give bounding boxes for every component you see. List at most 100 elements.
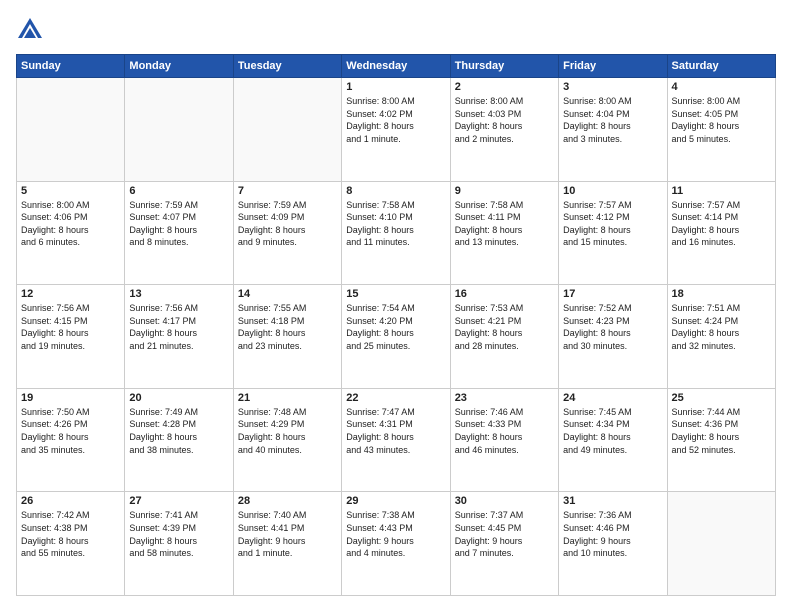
day-info: Sunrise: 7:50 AM Sunset: 4:26 PM Dayligh… bbox=[21, 406, 120, 456]
calendar-week-3: 12Sunrise: 7:56 AM Sunset: 4:15 PM Dayli… bbox=[17, 285, 776, 389]
day-number: 11 bbox=[672, 185, 771, 197]
calendar-cell: 28 Sunrise: 7:40 AM Sunset: 4:41 PM Dayli… bbox=[233, 492, 341, 596]
calendar-cell: 26 Sunrise: 7:42 AM Sunset: 4:38 PM Dayli… bbox=[17, 492, 125, 596]
calendar-cell: 29 Sunrise: 7:38 AM Sunset: 4:43 PM Dayli… bbox=[342, 492, 450, 596]
calendar-cell bbox=[17, 78, 125, 182]
day-info: Sunrise: 7:59 AM Sunset: 4:07 PM Dayligh… bbox=[129, 199, 228, 249]
calendar-cell bbox=[233, 78, 341, 182]
day-info: Sunrise: 7:58 AM Sunset: 4:11 PM Dayligh… bbox=[455, 199, 554, 249]
day-number: 17 bbox=[563, 288, 662, 300]
day-info: Sunrise: 7:57 AM Sunset: 4:14 PM Dayligh… bbox=[672, 199, 771, 249]
calendar-cell: 2 Sunrise: 8:00 AM Sunset: 4:03 PM Daylig… bbox=[450, 78, 558, 182]
day-info: Sunrise: 7:55 AM Sunset: 4:18 PM Dayligh… bbox=[238, 302, 337, 352]
calendar-cell: 17 Sunrise: 7:52 AM Sunset: 4:23 PM Dayli… bbox=[559, 285, 667, 389]
calendar-cell bbox=[125, 78, 233, 182]
calendar-cell: 9 Sunrise: 7:58 AM Sunset: 4:11 PM Daylig… bbox=[450, 181, 558, 285]
day-info: Sunrise: 7:47 AM Sunset: 4:31 PM Dayligh… bbox=[346, 406, 445, 456]
day-info: Sunrise: 7:52 AM Sunset: 4:23 PM Dayligh… bbox=[563, 302, 662, 352]
calendar-cell: 19 Sunrise: 7:50 AM Sunset: 4:26 PM Dayli… bbox=[17, 388, 125, 492]
weekday-header-tuesday: Tuesday bbox=[233, 55, 341, 78]
day-info: Sunrise: 8:00 AM Sunset: 4:03 PM Dayligh… bbox=[455, 95, 554, 145]
day-info: Sunrise: 7:46 AM Sunset: 4:33 PM Dayligh… bbox=[455, 406, 554, 456]
day-info: Sunrise: 7:51 AM Sunset: 4:24 PM Dayligh… bbox=[672, 302, 771, 352]
weekday-header-row: SundayMondayTuesdayWednesdayThursdayFrid… bbox=[17, 55, 776, 78]
day-info: Sunrise: 7:48 AM Sunset: 4:29 PM Dayligh… bbox=[238, 406, 337, 456]
day-number: 16 bbox=[455, 288, 554, 300]
calendar-cell: 7 Sunrise: 7:59 AM Sunset: 4:09 PM Daylig… bbox=[233, 181, 341, 285]
calendar-cell: 21Sunrise: 7:48 AM Sunset: 4:29 PM Dayli… bbox=[233, 388, 341, 492]
calendar-cell: 16 Sunrise: 7:53 AM Sunset: 4:21 PM Dayli… bbox=[450, 285, 558, 389]
calendar-cell: 18 Sunrise: 7:51 AM Sunset: 4:24 PM Dayli… bbox=[667, 285, 775, 389]
day-number: 8 bbox=[346, 185, 445, 197]
calendar-cell: 25 Sunrise: 7:44 AM Sunset: 4:36 PM Dayli… bbox=[667, 388, 775, 492]
day-info: Sunrise: 7:42 AM Sunset: 4:38 PM Dayligh… bbox=[21, 509, 120, 559]
day-number: 23 bbox=[455, 392, 554, 404]
calendar-cell: 15 Sunrise: 7:54 AM Sunset: 4:20 PM Dayli… bbox=[342, 285, 450, 389]
calendar-cell: 23 Sunrise: 7:46 AM Sunset: 4:33 PM Dayli… bbox=[450, 388, 558, 492]
day-info: Sunrise: 7:44 AM Sunset: 4:36 PM Dayligh… bbox=[672, 406, 771, 456]
day-info: Sunrise: 7:36 AM Sunset: 4:46 PM Dayligh… bbox=[563, 509, 662, 559]
day-info: Sunrise: 8:00 AM Sunset: 4:02 PM Dayligh… bbox=[346, 95, 445, 145]
day-number: 15 bbox=[346, 288, 445, 300]
day-number: 13 bbox=[129, 288, 228, 300]
day-number: 28 bbox=[238, 495, 337, 507]
day-number: 1 bbox=[346, 81, 445, 93]
calendar-cell: 8 Sunrise: 7:58 AM Sunset: 4:10 PM Daylig… bbox=[342, 181, 450, 285]
calendar-cell: 31 Sunrise: 7:36 AM Sunset: 4:46 PM Dayli… bbox=[559, 492, 667, 596]
calendar-cell: 24 Sunrise: 7:45 AM Sunset: 4:34 PM Dayli… bbox=[559, 388, 667, 492]
calendar-cell: 10 Sunrise: 7:57 AM Sunset: 4:12 PM Dayli… bbox=[559, 181, 667, 285]
day-number: 27 bbox=[129, 495, 228, 507]
page: SundayMondayTuesdayWednesdayThursdayFrid… bbox=[0, 0, 792, 612]
day-number: 18 bbox=[672, 288, 771, 300]
day-info: Sunrise: 7:49 AM Sunset: 4:28 PM Dayligh… bbox=[129, 406, 228, 456]
calendar-cell: 11 Sunrise: 7:57 AM Sunset: 4:14 PM Dayli… bbox=[667, 181, 775, 285]
weekday-header-thursday: Thursday bbox=[450, 55, 558, 78]
calendar-cell: 6 Sunrise: 7:59 AM Sunset: 4:07 PM Daylig… bbox=[125, 181, 233, 285]
day-number: 20 bbox=[129, 392, 228, 404]
day-number: 12 bbox=[21, 288, 120, 300]
day-number: 19 bbox=[21, 392, 120, 404]
calendar-cell: 30Sunrise: 7:37 AM Sunset: 4:45 PM Dayli… bbox=[450, 492, 558, 596]
day-number: 25 bbox=[672, 392, 771, 404]
day-info: Sunrise: 7:40 AM Sunset: 4:41 PM Dayligh… bbox=[238, 509, 337, 559]
calendar-cell: 27Sunrise: 7:41 AM Sunset: 4:39 PM Dayli… bbox=[125, 492, 233, 596]
day-info: Sunrise: 7:54 AM Sunset: 4:20 PM Dayligh… bbox=[346, 302, 445, 352]
day-number: 14 bbox=[238, 288, 337, 300]
weekday-header-monday: Monday bbox=[125, 55, 233, 78]
day-number: 29 bbox=[346, 495, 445, 507]
day-info: Sunrise: 8:00 AM Sunset: 4:05 PM Dayligh… bbox=[672, 95, 771, 145]
logo bbox=[16, 16, 48, 44]
day-info: Sunrise: 7:38 AM Sunset: 4:43 PM Dayligh… bbox=[346, 509, 445, 559]
day-number: 5 bbox=[21, 185, 120, 197]
calendar-cell: 14 Sunrise: 7:55 AM Sunset: 4:18 PM Dayli… bbox=[233, 285, 341, 389]
day-number: 6 bbox=[129, 185, 228, 197]
day-info: Sunrise: 7:53 AM Sunset: 4:21 PM Dayligh… bbox=[455, 302, 554, 352]
calendar-cell: 12Sunrise: 7:56 AM Sunset: 4:15 PM Dayli… bbox=[17, 285, 125, 389]
day-number: 2 bbox=[455, 81, 554, 93]
day-info: Sunrise: 7:57 AM Sunset: 4:12 PM Dayligh… bbox=[563, 199, 662, 249]
calendar-cell: 20 Sunrise: 7:49 AM Sunset: 4:28 PM Dayli… bbox=[125, 388, 233, 492]
weekday-header-saturday: Saturday bbox=[667, 55, 775, 78]
calendar-cell: 13Sunrise: 7:56 AM Sunset: 4:17 PM Dayli… bbox=[125, 285, 233, 389]
day-number: 26 bbox=[21, 495, 120, 507]
calendar-cell: 3Sunrise: 8:00 AM Sunset: 4:04 PM Daylig… bbox=[559, 78, 667, 182]
day-info: Sunrise: 7:59 AM Sunset: 4:09 PM Dayligh… bbox=[238, 199, 337, 249]
weekday-header-wednesday: Wednesday bbox=[342, 55, 450, 78]
calendar-cell: 5 Sunrise: 8:00 AM Sunset: 4:06 PM Daylig… bbox=[17, 181, 125, 285]
calendar-table: SundayMondayTuesdayWednesdayThursdayFrid… bbox=[16, 54, 776, 596]
header bbox=[16, 16, 776, 44]
day-number: 22 bbox=[346, 392, 445, 404]
calendar-week-2: 5 Sunrise: 8:00 AM Sunset: 4:06 PM Daylig… bbox=[17, 181, 776, 285]
day-number: 9 bbox=[455, 185, 554, 197]
day-info: Sunrise: 7:37 AM Sunset: 4:45 PM Dayligh… bbox=[455, 509, 554, 559]
day-number: 10 bbox=[563, 185, 662, 197]
day-info: Sunrise: 7:58 AM Sunset: 4:10 PM Dayligh… bbox=[346, 199, 445, 249]
day-number: 31 bbox=[563, 495, 662, 507]
day-number: 3 bbox=[563, 81, 662, 93]
calendar-cell: 4Sunrise: 8:00 AM Sunset: 4:05 PM Daylig… bbox=[667, 78, 775, 182]
day-number: 7 bbox=[238, 185, 337, 197]
day-number: 24 bbox=[563, 392, 662, 404]
day-info: Sunrise: 8:00 AM Sunset: 4:06 PM Dayligh… bbox=[21, 199, 120, 249]
weekday-header-friday: Friday bbox=[559, 55, 667, 78]
day-info: Sunrise: 7:45 AM Sunset: 4:34 PM Dayligh… bbox=[563, 406, 662, 456]
